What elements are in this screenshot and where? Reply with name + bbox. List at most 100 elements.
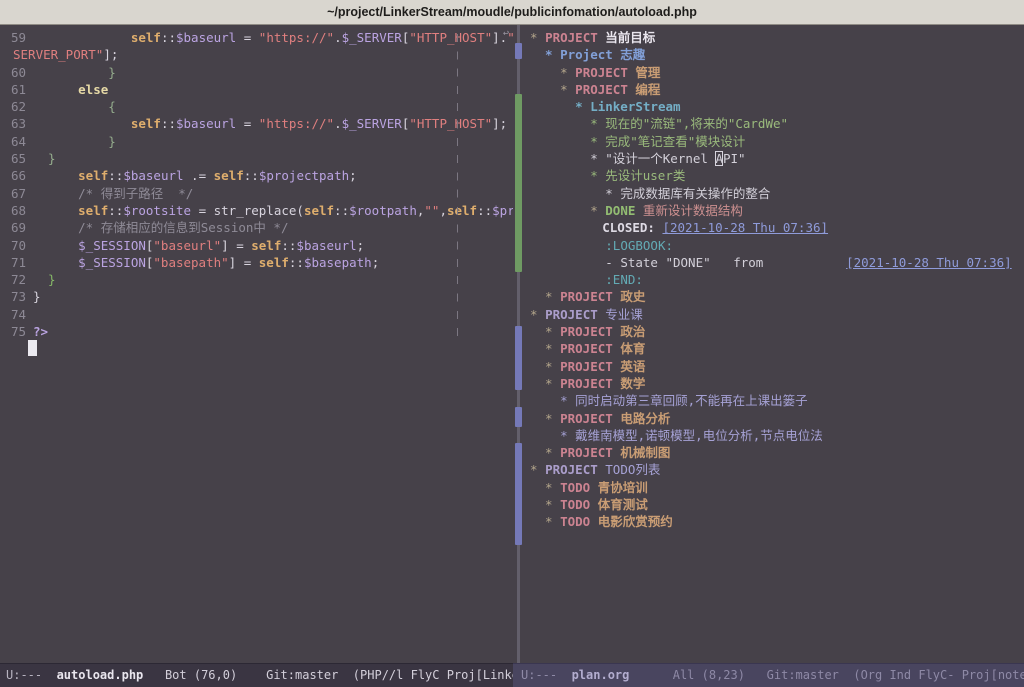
- line-number: 59: [0, 29, 26, 46]
- org-line[interactable]: * PROJECT 机械制图: [525, 444, 1024, 461]
- line-text: }: [33, 271, 56, 288]
- syntax-segment: 电影欣赏预约: [598, 514, 673, 529]
- syntax-segment: *: [560, 65, 575, 80]
- code-line[interactable]: 60}: [0, 64, 513, 81]
- code-line[interactable]: 61else: [0, 81, 513, 98]
- syntax-segment: TODO: [560, 480, 598, 495]
- org-line[interactable]: * PROJECT TODO列表: [525, 461, 1024, 478]
- org-line[interactable]: * PROJECT 专业课: [525, 306, 1024, 323]
- line-text: * 完成"笔记查看"模块设计: [525, 133, 745, 150]
- syntax-segment: 机械制图: [620, 445, 670, 460]
- org-line[interactable]: * PROJECT 体育: [525, 340, 1024, 357]
- left-modeline[interactable]: U:--- autoload.php Bot (76,0) Git:master…: [0, 663, 519, 687]
- syntax-segment: $rootpath: [349, 203, 417, 218]
- org-line[interactable]: :END:: [525, 271, 1024, 288]
- org-line[interactable]: * PROJECT 政治: [525, 323, 1024, 340]
- org-line[interactable]: * PROJECT 电路分析: [525, 410, 1024, 427]
- syntax-segment: *: [545, 411, 560, 426]
- syntax-segment: /* 得到子路径 */: [78, 186, 193, 201]
- window-title-bar[interactable]: ~/project/LinkerStream/moudle/publicinfo…: [0, 0, 1024, 25]
- org-line[interactable]: * PROJECT 编程: [525, 81, 1024, 98]
- code-line[interactable]: 64}: [0, 133, 513, 150]
- line-text: * PROJECT 专业课: [525, 306, 643, 323]
- org-line[interactable]: * DONE 重新设计数据结构: [525, 202, 1024, 219]
- org-line[interactable]: * PROJECT 当前目标: [525, 29, 1024, 46]
- syntax-segment: ;: [349, 168, 357, 183]
- block-cursor: [28, 340, 37, 356]
- syntax-segment: TODO: [560, 497, 598, 512]
- org-line[interactable]: CLOSED: [2021-10-28 Thu 07:36]: [525, 219, 1024, 236]
- org-line[interactable]: * 先设计user类: [525, 167, 1024, 184]
- org-line[interactable]: * 完成数据库有关操作的整合: [525, 185, 1024, 202]
- code-line[interactable]: 73}: [0, 288, 513, 305]
- syntax-segment: ::: [334, 203, 349, 218]
- org-line[interactable]: * 现在的"流链",将来的"CardWe": [525, 115, 1024, 132]
- left-editor-window[interactable]: 59self::$baseurl = "https://".$_SERVER["…: [0, 25, 513, 664]
- syntax-segment: * 先设计user类: [590, 168, 685, 183]
- code-line[interactable]: 67/* 得到子路径 */: [0, 185, 513, 202]
- code-line[interactable]: 59self::$baseurl = "https://".$_SERVER["…: [0, 29, 513, 46]
- org-line[interactable]: * 同时启动第三章回顾,不能再在上课出篓子: [525, 392, 1024, 409]
- syntax-segment: "baseurl": [153, 238, 221, 253]
- org-line[interactable]: * PROJECT 数学: [525, 375, 1024, 392]
- syntax-segment: self: [304, 203, 334, 218]
- code-line[interactable]: 65}: [0, 150, 513, 167]
- code-line[interactable]: 70$_SESSION["baseurl"] = self::$baseurl;: [0, 237, 513, 254]
- php-buffer[interactable]: 59self::$baseurl = "https://".$_SERVER["…: [0, 25, 513, 340]
- syntax-segment: ::: [108, 203, 123, 218]
- org-buffer[interactable]: * PROJECT 当前目标* Project 志趣* PROJECT 管理* …: [525, 25, 1024, 531]
- line-text: * PROJECT 编程: [525, 81, 660, 98]
- syntax-segment: ;: [372, 255, 380, 270]
- line-text: else: [33, 81, 108, 98]
- syntax-segment: ::: [108, 168, 123, 183]
- org-line[interactable]: * Project 志趣: [525, 46, 1024, 63]
- org-line[interactable]: * PROJECT 管理: [525, 64, 1024, 81]
- code-line[interactable]: SERVER_PORT"];: [0, 46, 513, 63]
- window-title-path: ~/project/LinkerStream/moudle/publicinfo…: [327, 5, 697, 19]
- org-line[interactable]: * 完成"笔记查看"模块设计: [525, 133, 1024, 150]
- fill-column-indicator: [457, 29, 458, 341]
- syntax-segment: [2021-10-28 Thu 07:36]: [662, 220, 828, 235]
- syntax-segment: 电路分析: [620, 411, 670, 426]
- diff-blue-mark: [515, 43, 522, 59]
- org-line[interactable]: * TODO 体育测试: [525, 496, 1024, 513]
- org-line[interactable]: * "设计一个Kernel API": [525, 150, 1024, 167]
- syntax-segment: ;: [357, 238, 365, 253]
- code-line[interactable]: 69/* 存储相应的信息到Session中 */: [0, 219, 513, 236]
- code-line[interactable]: 66self::$baseurl .= self::$projectpath;: [0, 167, 513, 184]
- code-line[interactable]: 72}: [0, 271, 513, 288]
- org-line[interactable]: * PROJECT 政史: [525, 288, 1024, 305]
- right-editor-window[interactable]: * PROJECT 当前目标* Project 志趣* PROJECT 管理* …: [525, 25, 1024, 664]
- code-line[interactable]: 75?>: [0, 323, 513, 340]
- syntax-segment: SERVER_PORT": [13, 47, 103, 62]
- scrollbar-diff-strip[interactable]: [513, 25, 525, 664]
- line-text: self::$rootsite = str_replace(self::$roo…: [33, 202, 513, 219]
- syntax-segment: $_SERVER: [342, 30, 402, 45]
- org-line[interactable]: * TODO 青协培训: [525, 479, 1024, 496]
- right-modeline[interactable]: U:--- plan.org All (8,23) Git:master (Or…: [513, 663, 1024, 687]
- org-line[interactable]: * PROJECT 英语: [525, 358, 1024, 375]
- syntax-segment: PROJECT: [560, 445, 620, 460]
- code-line[interactable]: 68self::$rootsite = str_replace(self::$r…: [0, 202, 513, 219]
- code-line[interactable]: 63self::$baseurl = "https://".$_SERVER["…: [0, 115, 513, 132]
- line-number: 65: [0, 150, 26, 167]
- line-text: - State "DONE" from [2021-10-28 Thu 07:3…: [525, 254, 1012, 271]
- syntax-segment: "basepath": [153, 255, 228, 270]
- code-line[interactable]: 71$_SESSION["basepath"] = self::$basepat…: [0, 254, 513, 271]
- line-text: SERVER_PORT"];: [0, 46, 118, 63]
- syntax-segment: {: [108, 99, 116, 114]
- org-line[interactable]: * LinkerStream: [525, 98, 1024, 115]
- code-line[interactable]: 62 {: [0, 98, 513, 115]
- org-line[interactable]: :LOGBOOK:: [525, 237, 1024, 254]
- line-text: * LinkerStream: [525, 98, 681, 115]
- org-line[interactable]: * TODO 电影欣赏预约: [525, 513, 1024, 530]
- line-number: 62: [0, 98, 26, 115]
- org-line[interactable]: * 戴维南模型,诺顿模型,电位分析,节点电位法: [525, 427, 1024, 444]
- syntax-segment: PI": [723, 151, 746, 166]
- syntax-segment: * "设计一个Kernel: [590, 151, 715, 166]
- org-line[interactable]: - State "DONE" from [2021-10-28 Thu 07:3…: [525, 254, 1024, 271]
- line-text: * PROJECT 体育: [525, 340, 645, 357]
- syntax-segment: PROJECT: [545, 307, 605, 322]
- syntax-segment: .=: [184, 168, 214, 183]
- code-line[interactable]: 74: [0, 306, 513, 323]
